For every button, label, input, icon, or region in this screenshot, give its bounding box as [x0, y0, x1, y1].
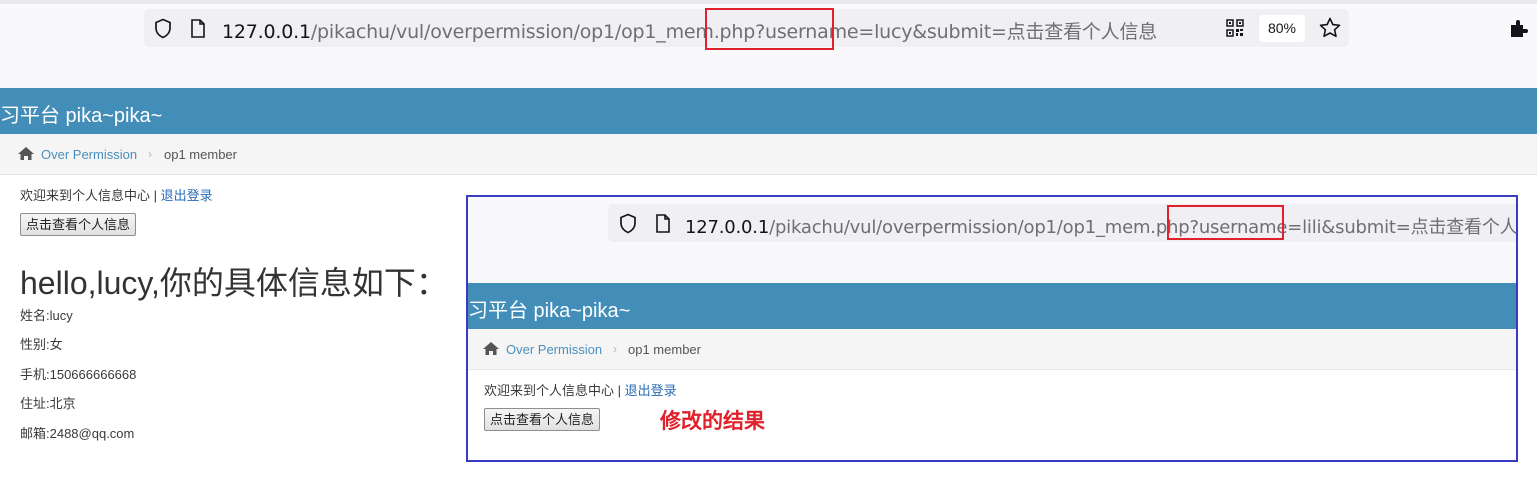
info-name: 姓名:lucy	[20, 308, 73, 323]
inset-logout-link: 退出登录	[624, 383, 677, 398]
view-info-button[interactable]: 点击查看个人信息	[20, 213, 137, 236]
inset-url-host: 127.0.0.1	[685, 217, 770, 238]
breadcrumb-current: op1 member	[164, 147, 237, 162]
inset-page-icon	[655, 214, 671, 233]
inset-url-param-highlight	[1167, 205, 1284, 240]
inset-welcome-line: 欢迎来到个人信息中心 | 退出登录	[484, 380, 677, 399]
welcome-text: 欢迎来到个人信息中心	[20, 188, 151, 203]
info-phone: 手机:150666666668	[20, 367, 137, 382]
breadcrumb-separator-icon: ›	[148, 147, 152, 161]
inset-breadcrumb-link: Over Permission	[506, 342, 603, 357]
site-title: 习平台 pika~pika~	[0, 105, 163, 127]
inset-view-info-button: 点击查看个人信息	[484, 408, 601, 431]
info-gender: 性别:女	[20, 337, 63, 352]
url-host: 127.0.0.1	[222, 21, 311, 43]
shield-icon[interactable]	[153, 18, 173, 39]
zoom-level-button[interactable]: 80%	[1259, 15, 1305, 42]
url-param-highlight	[705, 8, 834, 50]
inset-shield-icon	[618, 213, 638, 234]
inset-address-bar: 127.0.0.1/pikachu/vul/overpermission/op1…	[608, 204, 1516, 242]
inset-breadcrumb-separator-icon: ›	[613, 342, 617, 356]
logout-link[interactable]: 退出登录	[161, 188, 213, 203]
inset-breadcrumb: Over Permission › op1 member	[468, 329, 1516, 370]
info-address: 住址:北京	[20, 396, 76, 411]
inset-welcome-separator: |	[617, 383, 622, 398]
page-icon[interactable]	[190, 19, 206, 38]
welcome-separator: |	[153, 188, 158, 203]
inset-welcome-text: 欢迎来到个人信息中心	[484, 383, 615, 398]
welcome-line: 欢迎来到个人信息中心 | 退出登录	[20, 185, 213, 204]
site-header: 习平台 pika~pika~	[0, 88, 1537, 134]
inset-site-header: 习平台 pika~pika~	[468, 283, 1516, 329]
inset-url-text: 127.0.0.1/pikachu/vul/overpermission/op1…	[685, 213, 1518, 239]
extension-icon[interactable]	[1508, 19, 1528, 39]
breadcrumb-link-over-permission[interactable]: Over Permission	[41, 147, 137, 162]
inset-browser-toolbar: 127.0.0.1/pikachu/vul/overpermission/op1…	[468, 197, 1516, 283]
inset-breadcrumb-current: op1 member	[628, 342, 701, 357]
breadcrumb: Over Permission › op1 member	[0, 134, 1537, 175]
inset-url-path: /pikachu/vul/overpermission/op1/op1_mem.…	[769, 217, 1518, 238]
tab-strip-edge	[0, 0, 1537, 4]
inset-site-title: 习平台 pika~pika~	[468, 300, 631, 322]
star-icon[interactable]	[1319, 17, 1341, 38]
url-text[interactable]: 127.0.0.1/pikachu/vul/overpermission/op1…	[222, 17, 1157, 44]
info-email: 邮箱:2488@qq.com	[20, 426, 135, 441]
qr-code-icon[interactable]	[1226, 19, 1244, 37]
inset-screenshot: 127.0.0.1/pikachu/vul/overpermission/op1…	[466, 195, 1518, 462]
home-icon[interactable]	[17, 146, 35, 161]
inset-home-icon	[482, 341, 500, 356]
modified-result-annotation: 修改的结果	[660, 410, 765, 433]
greeting-heading: hello,lucy,你的具体信息如下：	[20, 265, 448, 301]
